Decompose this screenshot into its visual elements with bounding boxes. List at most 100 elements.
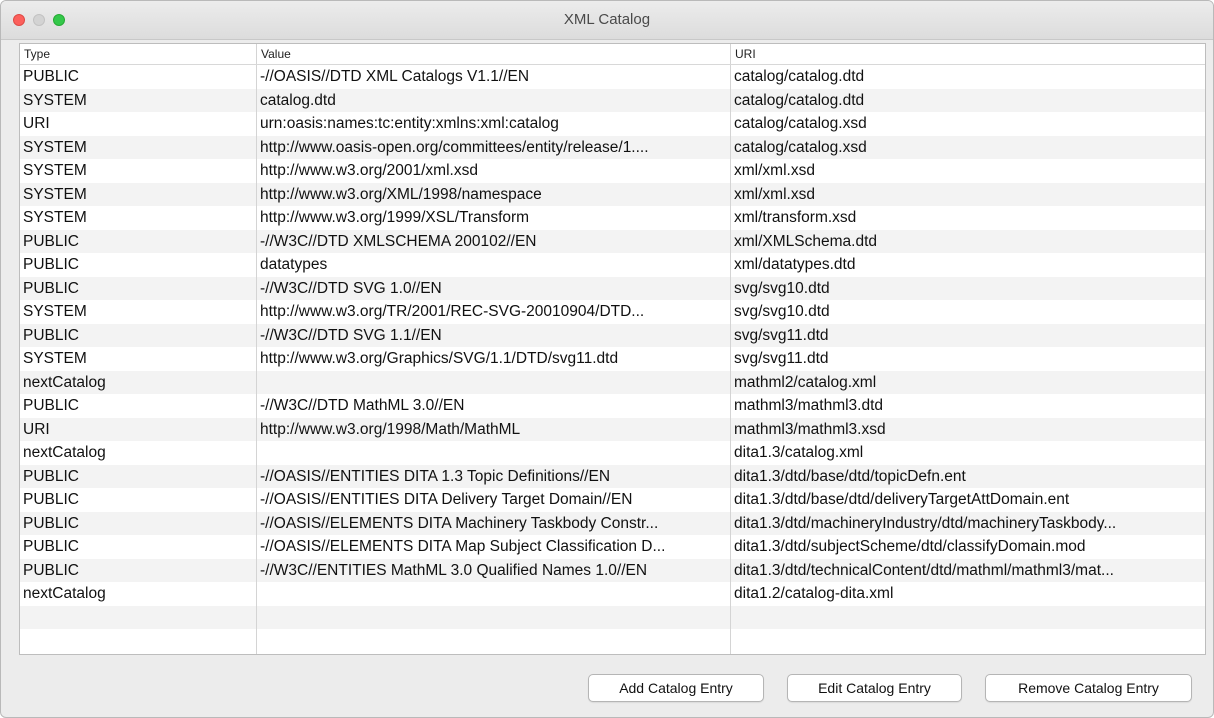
table-row[interactable]: SYSTEM http://www.w3.org/Graphics/SVG/1.1… <box>20 347 1205 371</box>
cell-type <box>20 606 256 630</box>
table-row[interactable]: PUBLIC -//W3C//ENTITIES MathML 3.0 Qualif… <box>20 558 1205 582</box>
cell-uri: dita1.3/dtd/technicalContent/dtd/mathml/… <box>734 561 1114 579</box>
column-header-type[interactable]: Type <box>20 44 256 64</box>
cell-type: nextCatalog <box>23 585 106 602</box>
table-row[interactable]: PUBLIC -//OASIS//ELEMENTS DITA Machinery … <box>20 511 1205 535</box>
cell-uri: xml/datatypes.dtd <box>734 256 856 273</box>
cell-value: -//W3C//DTD SVG 1.0//EN <box>260 279 442 297</box>
table-row[interactable]: PUBLIC -//OASIS//ENTITIES DITA 1.3 Topic … <box>20 464 1205 488</box>
cell-type: PUBLIC <box>23 232 79 250</box>
window-title: XML Catalog <box>563 11 651 28</box>
table-row[interactable]: PUBLIC -//W3C//DTD SVG 1.0//EN svg/svg10.d… <box>20 276 1205 300</box>
cell-uri: dita1.3/dtd/subjectScheme/dtd/classifyDo… <box>734 538 1086 555</box>
cell-uri: catalog/catalog.dtd <box>734 68 865 85</box>
cell-uri: dita1.3/dtd/base/dtd/deliveryTargetAttDo… <box>734 491 1070 508</box>
table-row[interactable]: nextCatalog dita1.3/catalog.xml <box>20 441 1205 465</box>
cell-type: PUBLIC <box>23 256 79 273</box>
cell-uri: dita1.3/catalog.xml <box>734 444 864 461</box>
cell-uri: catalog/catalog.dtd <box>734 91 865 109</box>
cell-value: urn:oasis:names:tc:entity:xmlns:xml:cata… <box>260 115 559 132</box>
cell-value: -//W3C//ENTITIES MathML 3.0 Qualified Na… <box>260 561 648 579</box>
table-body: PUBLIC -//OASIS//DTD XML Catalogs V1.1//E… <box>20 65 1205 654</box>
table-row[interactable]: PUBLIC -//W3C//DTD MathML 3.0//EN mathml3/… <box>20 394 1205 418</box>
table-row[interactable]: SYSTEM http://www.oasis-open.org/committe… <box>20 135 1205 159</box>
cell-type: PUBLIC <box>23 279 79 297</box>
cell-value: -//OASIS//ENTITIES DITA 1.3 Topic Defini… <box>260 467 611 485</box>
cell-type: SYSTEM <box>23 209 87 226</box>
table-row[interactable]: PUBLIC -//W3C//DTD SVG 1.1//EN svg/svg11.d… <box>20 323 1205 347</box>
cell-uri: dita1.3/dtd/base/dtd/topicDefn.ent <box>734 467 966 485</box>
cell-uri: mathml2/catalog.xml <box>734 373 877 391</box>
xml-catalog-window: XML Catalog Type Value URI PUBLIC -//OASI… <box>0 0 1214 718</box>
cell-value: -//OASIS//DTD XML Catalogs V1.1//EN <box>260 68 530 85</box>
cell-value <box>257 606 730 630</box>
cell-type: PUBLIC <box>23 514 79 532</box>
table-row[interactable]: PUBLIC -//OASIS//DTD XML Catalogs V1.1//E… <box>20 65 1205 89</box>
cell-value: -//W3C//DTD MathML 3.0//EN <box>260 397 465 414</box>
cell-value: catalog.dtd <box>260 91 336 109</box>
table-row[interactable]: SYSTEM http://www.w3.org/XML/1998/namespa… <box>20 182 1205 206</box>
cell-value: http://www.w3.org/2001/xml.xsd <box>260 162 478 179</box>
cell-value: -//W3C//DTD SVG 1.1//EN <box>260 326 442 344</box>
table-row[interactable]: PUBLIC datatypes xml/datatypes.dtd <box>20 253 1205 277</box>
cell-uri: xml/xml.xsd <box>734 185 815 203</box>
cell-type: SYSTEM <box>23 91 87 109</box>
cell-uri: svg/svg10.dtd <box>734 303 830 320</box>
cell-value: -//OASIS//ELEMENTS DITA Machinery Taskbo… <box>260 514 659 532</box>
table-header: Type Value URI <box>20 44 1205 65</box>
cell-type <box>20 629 256 653</box>
cell-type: PUBLIC <box>23 538 79 555</box>
cell-value: http://www.oasis-open.org/committees/ent… <box>260 138 649 156</box>
add-catalog-entry-button[interactable]: Add Catalog Entry <box>588 674 764 702</box>
table-row[interactable] <box>20 629 1205 653</box>
remove-catalog-entry-button[interactable]: Remove Catalog Entry <box>985 674 1192 702</box>
catalog-table[interactable]: Type Value URI PUBLIC -//OASIS//DTD XML C… <box>19 43 1206 655</box>
title-bar: XML Catalog <box>1 1 1213 40</box>
column-divider <box>256 65 257 654</box>
cell-value: http://www.w3.org/XML/1998/namespace <box>260 185 542 203</box>
table-row[interactable]: PUBLIC -//OASIS//ENTITIES DITA Delivery T… <box>20 488 1205 512</box>
cell-type: PUBLIC <box>23 467 79 485</box>
cell-value <box>257 629 730 653</box>
cell-value: -//OASIS//ENTITIES DITA Delivery Target … <box>260 491 633 508</box>
table-row[interactable]: URI urn:oasis:names:tc:entity:xmlns:xml:c… <box>20 112 1205 136</box>
cell-uri <box>731 629 1201 653</box>
cell-value: datatypes <box>260 256 328 273</box>
cell-type: SYSTEM <box>23 138 87 156</box>
table-row[interactable]: PUBLIC -//OASIS//ELEMENTS DITA Map Subjec… <box>20 535 1205 559</box>
cell-type: PUBLIC <box>23 397 79 414</box>
edit-catalog-entry-button[interactable]: Edit Catalog Entry <box>787 674 962 702</box>
cell-value <box>257 441 730 465</box>
table-row[interactable]: SYSTEM http://www.w3.org/TR/2001/REC-SVG-… <box>20 300 1205 324</box>
cell-uri: xml/XMLSchema.dtd <box>734 232 877 250</box>
cell-type: PUBLIC <box>23 68 79 85</box>
table-row[interactable]: SYSTEM catalog.dtd catalog/catalog.dtd <box>20 88 1205 112</box>
cell-type: PUBLIC <box>23 491 79 508</box>
cell-value: http://www.w3.org/Graphics/SVG/1.1/DTD/s… <box>260 350 619 367</box>
cell-value: -//W3C//DTD XMLSCHEMA 200102//EN <box>260 232 537 250</box>
cell-uri: svg/svg10.dtd <box>734 279 830 297</box>
column-divider[interactable] <box>256 44 257 64</box>
cell-uri: xml/transform.xsd <box>734 209 857 226</box>
cell-uri: catalog/catalog.xsd <box>734 115 867 132</box>
table-row[interactable]: nextCatalog dita1.2/catalog-dita.xml <box>20 582 1205 606</box>
cell-type: PUBLIC <box>23 326 79 344</box>
table-row[interactable] <box>20 605 1205 630</box>
cell-type: nextCatalog <box>23 373 106 391</box>
table-row[interactable]: SYSTEM http://www.w3.org/2001/xml.xsd xml/… <box>20 159 1205 183</box>
table-row[interactable]: URI http://www.w3.org/1998/Math/MathML mat… <box>20 417 1205 441</box>
table-row[interactable]: nextCatalog mathml2/catalog.xml <box>20 370 1205 394</box>
column-divider[interactable] <box>730 44 731 64</box>
cell-type: PUBLIC <box>23 561 79 579</box>
cell-uri: xml/xml.xsd <box>734 162 815 179</box>
column-header-value[interactable]: Value <box>257 44 730 64</box>
cell-type: SYSTEM <box>23 162 87 179</box>
cell-value: -//OASIS//ELEMENTS DITA Map Subject Clas… <box>260 538 666 555</box>
cell-value: http://www.w3.org/1999/XSL/Transform <box>260 209 530 226</box>
column-header-uri[interactable]: URI <box>731 44 1201 64</box>
cell-value: http://www.w3.org/1998/Math/MathML <box>260 420 521 438</box>
cell-uri: catalog/catalog.xsd <box>734 138 867 156</box>
table-row[interactable]: SYSTEM http://www.w3.org/1999/XSL/Transfo… <box>20 206 1205 230</box>
cell-value: http://www.w3.org/TR/2001/REC-SVG-200109… <box>260 303 645 320</box>
table-row[interactable]: PUBLIC -//W3C//DTD XMLSCHEMA 200102//EN xm… <box>20 229 1205 253</box>
